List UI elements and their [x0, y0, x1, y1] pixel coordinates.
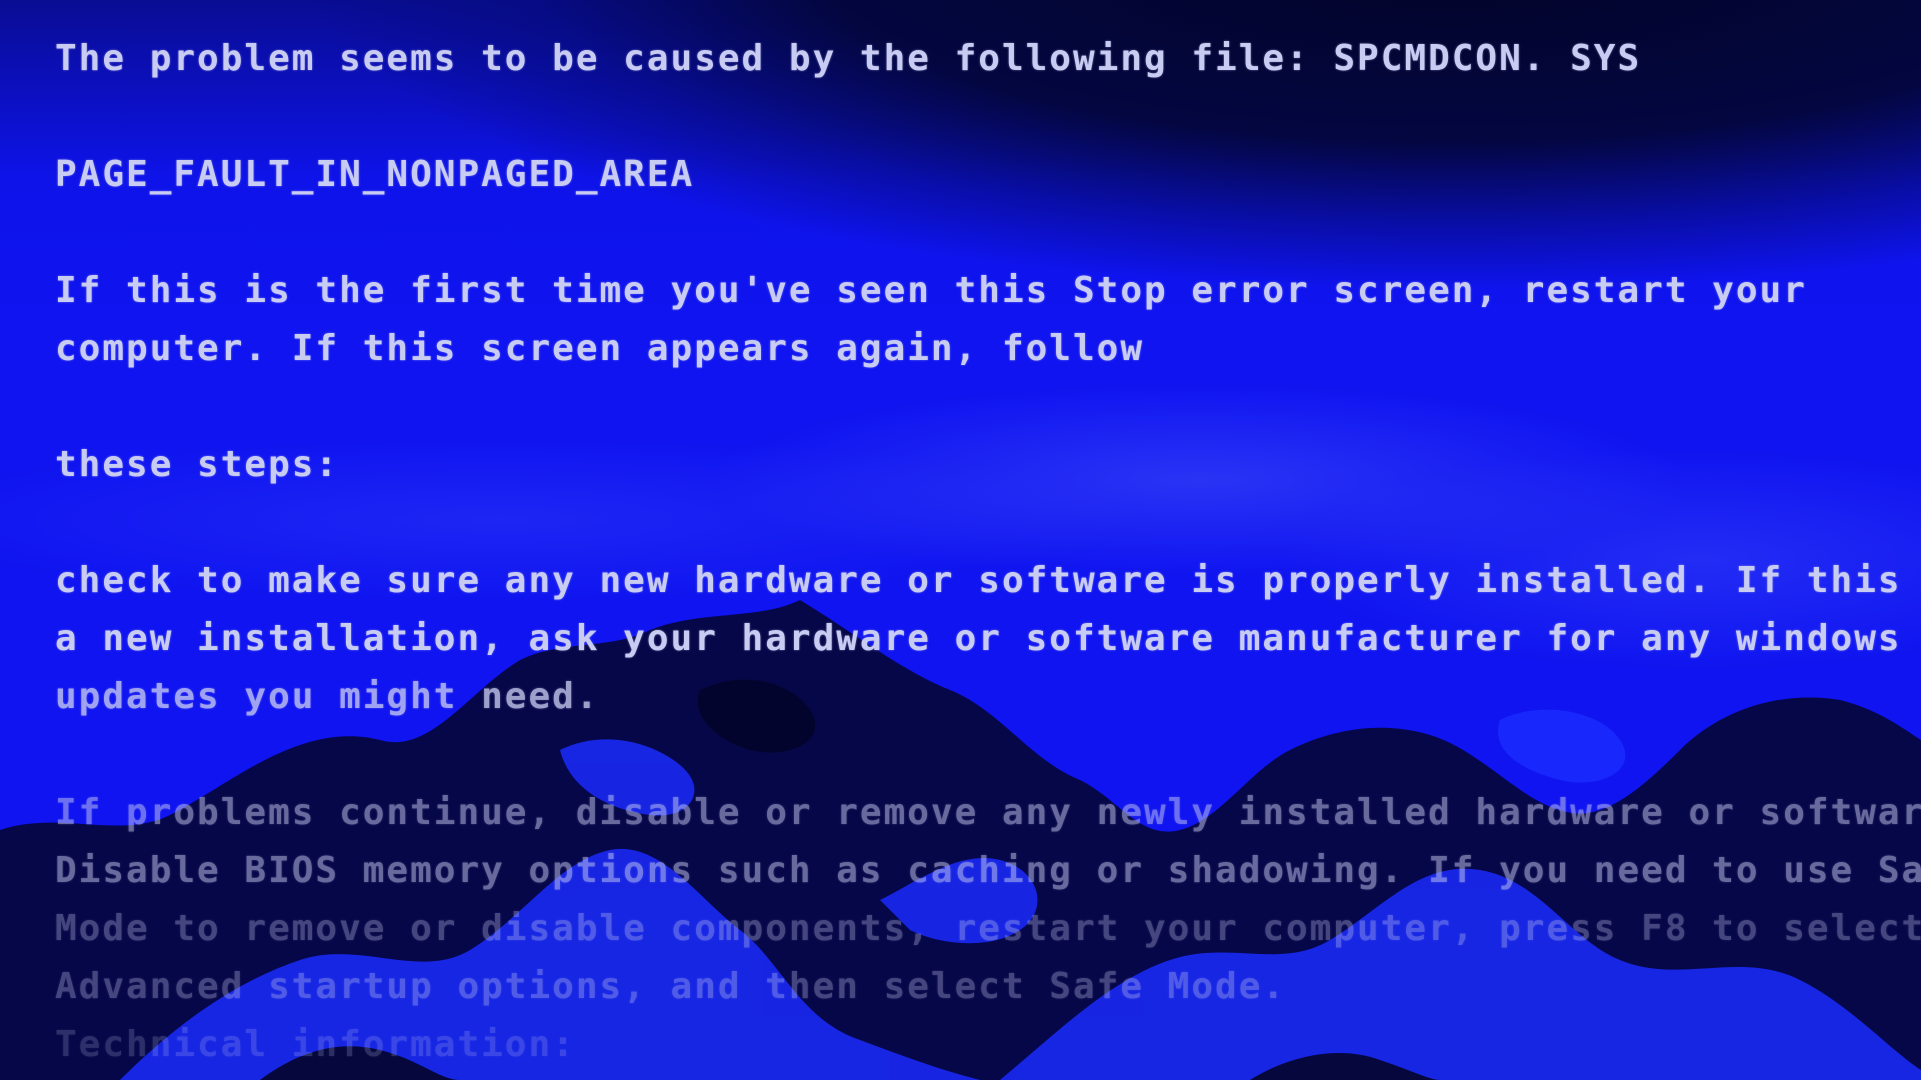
check-line-2: a new installation, ask your hardware or… — [55, 618, 1902, 659]
cause-line: The problem seems to be caused by the fo… — [55, 38, 1642, 79]
check-line-1: check to make sure any new hardware or s… — [55, 560, 1921, 601]
technical-info-heading: Technical information: — [55, 1024, 576, 1065]
first-time-line-2: computer. If this screen appears again, … — [55, 328, 1144, 369]
stop-code: PAGE_FAULT_IN_NONPAGED_AREA — [55, 154, 695, 195]
problems-line-1: If problems continue, disable or remove … — [55, 792, 1921, 833]
bsod-screen: The problem seems to be caused by the fo… — [0, 0, 1921, 1080]
check-line-3: updates you might need. — [55, 676, 600, 717]
first-time-line-1: If this is the first time you've seen th… — [55, 270, 1807, 311]
error-message-block: The problem seems to be caused by the fo… — [55, 30, 1921, 1074]
steps-intro: these steps: — [55, 444, 340, 485]
problems-line-2: Disable BIOS memory options such as cach… — [55, 850, 1921, 891]
problems-line-4: Advanced startup options, and then selec… — [55, 966, 1287, 1007]
problems-line-3: Mode to remove or disable components, re… — [55, 908, 1921, 949]
